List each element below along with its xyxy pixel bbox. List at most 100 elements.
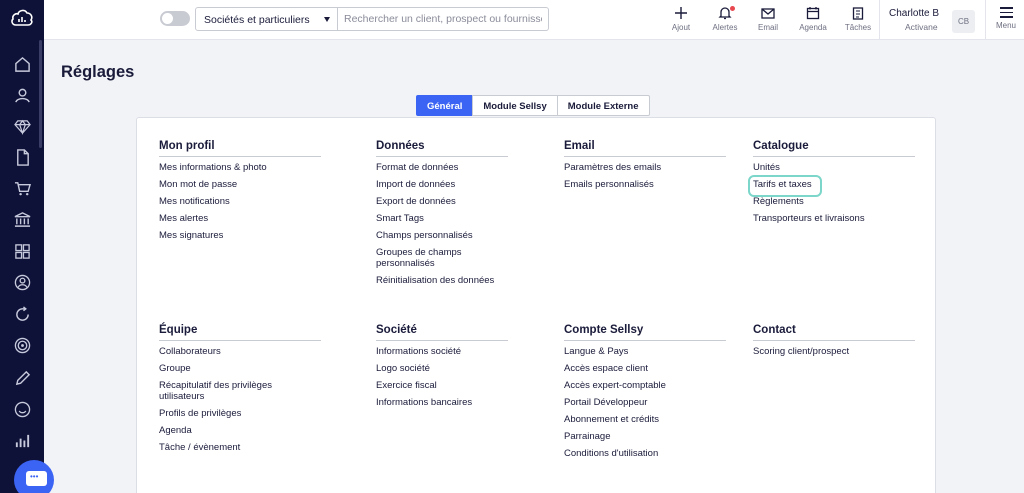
section-donnees: Données Format de données Import de donn… bbox=[376, 140, 508, 292]
settings-link[interactable]: Accès espace client bbox=[564, 363, 726, 374]
bar-chart-icon[interactable] bbox=[12, 430, 32, 450]
settings-link[interactable]: Conditions d'utilisation bbox=[564, 448, 726, 459]
target-icon[interactable] bbox=[12, 335, 32, 355]
section-title: Mon profil bbox=[159, 140, 321, 157]
top-bar: Sociétés et particuliers Ajout Alertes E… bbox=[44, 0, 1024, 40]
tab-module-sellsy[interactable]: Module Sellsy bbox=[472, 95, 558, 116]
hamburger-icon bbox=[999, 7, 1013, 18]
section-compte-sellsy: Compte Sellsy Langue & Pays Accès espace… bbox=[564, 324, 726, 465]
contact-icon[interactable] bbox=[12, 272, 32, 292]
settings-link[interactable]: Smart Tags bbox=[376, 213, 508, 224]
email-button[interactable]: Email bbox=[748, 4, 788, 36]
avatar[interactable]: CB bbox=[952, 10, 975, 33]
agenda-label: Agenda bbox=[799, 23, 827, 32]
settings-link[interactable]: Collaborateurs bbox=[159, 346, 321, 357]
bank-icon[interactable] bbox=[12, 209, 32, 229]
section-email: Email Paramètres des emails Emails perso… bbox=[564, 140, 726, 196]
cloud-logo-icon[interactable] bbox=[10, 7, 34, 29]
scope-select-value: Sociétés et particuliers bbox=[204, 14, 310, 26]
chat-bubble-icon bbox=[26, 471, 47, 486]
settings-link[interactable]: Import de données bbox=[376, 179, 508, 190]
settings-link[interactable]: Groupes de champs personnalisés bbox=[376, 247, 476, 269]
refresh-icon[interactable] bbox=[12, 304, 32, 324]
email-label: Email bbox=[757, 23, 778, 32]
settings-link[interactable]: Récapitulatif des privilèges utilisateur… bbox=[159, 380, 289, 402]
menu-label: Menu bbox=[995, 20, 1016, 30]
settings-link[interactable]: Mes alertes bbox=[159, 213, 321, 224]
settings-link[interactable]: Règlements bbox=[753, 196, 915, 207]
settings-link[interactable]: Mes informations & photo bbox=[159, 162, 321, 173]
scope-select[interactable]: Sociétés et particuliers bbox=[195, 7, 338, 31]
plus-icon bbox=[675, 7, 687, 19]
document-icon[interactable] bbox=[12, 147, 32, 167]
alert-indicator bbox=[730, 6, 735, 11]
view-toggle[interactable] bbox=[160, 11, 190, 26]
alerts-button[interactable]: Alertes bbox=[705, 4, 745, 36]
add-label: Ajout bbox=[671, 23, 691, 32]
clipboard-icon bbox=[852, 7, 864, 20]
search-input[interactable] bbox=[338, 7, 549, 31]
section-mon-profil: Mon profil Mes informations & photo Mon … bbox=[159, 140, 321, 247]
section-societe: Société Informations société Logo sociét… bbox=[376, 324, 508, 414]
menu-button[interactable]: Menu bbox=[994, 4, 1018, 36]
settings-link[interactable]: Langue & Pays bbox=[564, 346, 726, 357]
settings-link[interactable]: Champs personnalisés bbox=[376, 230, 508, 241]
settings-link[interactable]: Scoring client/prospect bbox=[753, 346, 915, 357]
home-icon[interactable] bbox=[12, 54, 32, 74]
settings-link[interactable]: Paramètres des emails bbox=[564, 162, 726, 173]
settings-link[interactable]: Tâche / évènement bbox=[159, 442, 321, 453]
alerts-label: Alertes bbox=[712, 23, 738, 32]
settings-link[interactable]: Unités bbox=[753, 162, 915, 173]
settings-link[interactable]: Mon mot de passe bbox=[159, 179, 321, 190]
settings-link[interactable]: Agenda bbox=[159, 425, 321, 436]
settings-link[interactable]: Réinitialisation des données bbox=[376, 275, 508, 286]
settings-link[interactable]: Export de données bbox=[376, 196, 508, 207]
tasks-button[interactable]: Tâches bbox=[838, 4, 878, 36]
chevron-down-icon bbox=[324, 17, 330, 22]
chat-button[interactable] bbox=[14, 460, 54, 493]
highlight-ring bbox=[748, 175, 822, 197]
page-title: Réglages bbox=[61, 63, 135, 81]
tasks-label: Tâches bbox=[844, 23, 872, 32]
calendar-icon bbox=[806, 7, 820, 20]
diamond-icon[interactable] bbox=[12, 116, 32, 136]
settings-link[interactable]: Profils de privilèges bbox=[159, 408, 321, 419]
settings-link[interactable]: Logo société bbox=[376, 363, 508, 374]
section-title: Contact bbox=[753, 324, 915, 341]
section-title: Catalogue bbox=[753, 140, 915, 157]
envelope-icon bbox=[761, 8, 775, 19]
settings-link[interactable]: Parrainage bbox=[564, 431, 726, 442]
smiley-icon[interactable] bbox=[12, 399, 32, 419]
settings-link[interactable]: Portail Développeur bbox=[564, 397, 726, 408]
sidebar-scrollbar[interactable] bbox=[39, 40, 42, 148]
settings-link[interactable]: Transporteurs et livraisons bbox=[753, 213, 915, 224]
divider bbox=[985, 0, 986, 40]
add-button[interactable]: Ajout bbox=[661, 4, 701, 36]
user-name[interactable]: Charlotte B bbox=[889, 8, 939, 19]
settings-link[interactable]: Exercice fiscal bbox=[376, 380, 508, 391]
settings-link[interactable]: Accès expert-comptable bbox=[564, 380, 726, 391]
section-title: Compte Sellsy bbox=[564, 324, 726, 341]
settings-card: Mon profil Mes informations & photo Mon … bbox=[136, 117, 936, 493]
pencil-icon[interactable] bbox=[12, 368, 32, 388]
agenda-button[interactable]: Agenda bbox=[793, 4, 833, 36]
settings-link[interactable]: Informations bancaires bbox=[376, 397, 508, 408]
settings-link[interactable]: Mes signatures bbox=[159, 230, 321, 241]
settings-link[interactable]: Informations société bbox=[376, 346, 508, 357]
cart-icon[interactable] bbox=[12, 178, 32, 198]
tab-module-externe[interactable]: Module Externe bbox=[556, 95, 650, 116]
settings-link[interactable]: Groupe bbox=[159, 363, 321, 374]
divider bbox=[879, 0, 880, 40]
settings-link[interactable]: Format de données bbox=[376, 162, 508, 173]
settings-link[interactable]: Abonnement et crédits bbox=[564, 414, 726, 425]
user-organization: Activane bbox=[905, 22, 938, 32]
settings-link[interactable]: Mes notifications bbox=[159, 196, 321, 207]
settings-link[interactable]: Emails personnalisés bbox=[564, 179, 726, 190]
grid-icon[interactable] bbox=[12, 241, 32, 261]
person-icon[interactable] bbox=[12, 85, 32, 105]
section-title: Société bbox=[376, 324, 508, 341]
section-title: Email bbox=[564, 140, 726, 157]
section-title: Équipe bbox=[159, 324, 321, 341]
section-contact: Contact Scoring client/prospect bbox=[753, 324, 915, 363]
tab-general[interactable]: Général bbox=[416, 95, 474, 116]
